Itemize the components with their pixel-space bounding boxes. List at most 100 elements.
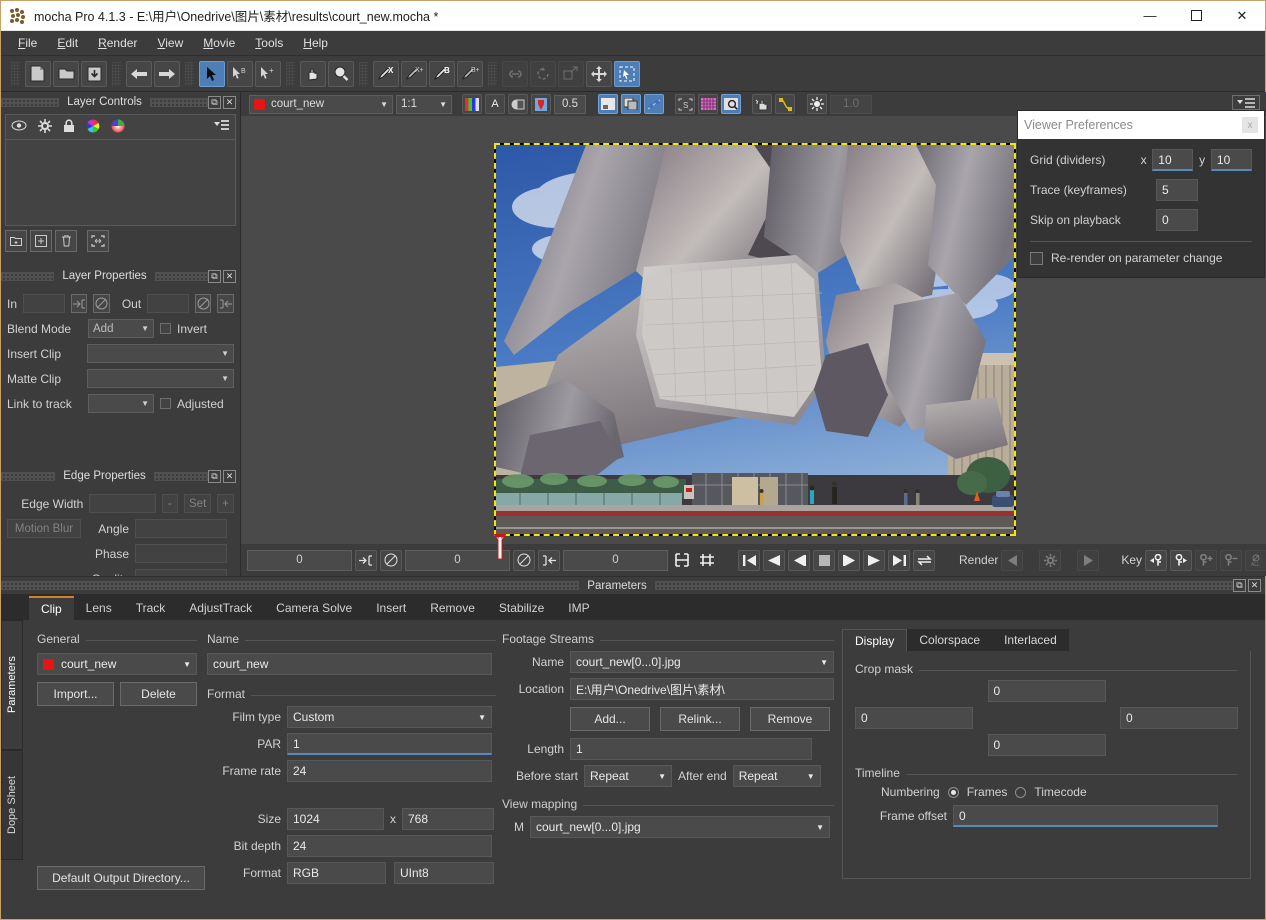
zoom-region-icon[interactable] xyxy=(721,94,741,114)
tab-adjusttrack[interactable]: AdjustTrack xyxy=(177,596,265,620)
pen-xplus-icon[interactable]: X+ xyxy=(401,60,427,87)
spline-icon[interactable] xyxy=(775,94,795,114)
minimize-button[interactable]: — xyxy=(1127,1,1173,31)
viewer-zoom-select[interactable]: 1:1 ▼ xyxy=(396,94,452,114)
surface-icon[interactable]: S xyxy=(675,94,695,114)
stream-location-input[interactable]: E:\用户\Onedrive\图片\素材\ xyxy=(570,678,834,700)
add-pointer-icon[interactable]: + xyxy=(255,60,281,87)
menu-item-render[interactable]: Render xyxy=(89,33,146,53)
close-icon[interactable]: x xyxy=(1242,117,1258,133)
pen-bplus-icon[interactable]: B+ xyxy=(457,60,483,87)
stop-icon[interactable] xyxy=(813,549,835,571)
render-settings-icon[interactable] xyxy=(1039,549,1062,571)
bit-depth-input[interactable]: 24 xyxy=(287,835,492,857)
grip-dots[interactable] xyxy=(654,581,1233,590)
render-previous-icon[interactable] xyxy=(1001,549,1024,571)
maximize-button[interactable] xyxy=(1173,1,1219,31)
tab-track[interactable]: Track xyxy=(123,596,178,620)
new-layer-icon[interactable] xyxy=(30,230,52,252)
eye-icon[interactable] xyxy=(11,120,27,134)
color-picker-icon[interactable] xyxy=(111,119,125,136)
viewer-gain-field[interactable]: 1.0 xyxy=(830,94,872,114)
crop-right-input[interactable]: 0 xyxy=(1120,707,1238,729)
go-to-start-icon[interactable] xyxy=(738,549,760,571)
transport-out-field[interactable]: 0 xyxy=(563,549,668,571)
name-input[interactable]: court_new xyxy=(207,653,492,675)
crop-left-input[interactable]: 0 xyxy=(855,707,973,729)
default-output-directory-button[interactable]: Default Output Directory... xyxy=(37,866,205,890)
motion-blur-button[interactable]: Motion Blur xyxy=(7,519,81,538)
tab-remove[interactable]: Remove xyxy=(418,596,487,620)
size-width-input[interactable]: 1024 xyxy=(287,808,384,830)
brightness-icon[interactable] xyxy=(807,94,827,114)
edge-width-plus-button[interactable]: + xyxy=(217,494,234,513)
link-to-track-select[interactable]: ▼ xyxy=(88,394,154,413)
pen-x-icon[interactable]: X xyxy=(373,60,399,87)
edge-width-field[interactable] xyxy=(89,494,156,513)
format-value-input[interactable]: RGB xyxy=(287,862,386,884)
set-in-icon[interactable] xyxy=(70,294,88,313)
crop-bottom-input[interactable]: 0 xyxy=(987,734,1106,756)
in-half-circle-icon[interactable] xyxy=(380,549,402,571)
tab-interlaced[interactable]: Interlaced xyxy=(992,629,1069,651)
crop-top-input[interactable]: 0 xyxy=(987,680,1106,702)
grip-dots[interactable] xyxy=(1,471,56,481)
in-field[interactable] xyxy=(23,294,65,313)
adjusted-checkbox[interactable] xyxy=(160,398,171,409)
out-field[interactable] xyxy=(147,294,189,313)
add-stream-button[interactable]: Add... xyxy=(570,707,650,731)
import-button[interactable]: Import... xyxy=(37,682,114,706)
marquee-select-icon[interactable] xyxy=(614,60,640,87)
menu-item-view[interactable]: View xyxy=(148,33,192,53)
float-icon[interactable]: ⧉ xyxy=(208,269,221,283)
tab-display[interactable]: Display xyxy=(842,629,908,651)
length-input[interactable]: 1 xyxy=(570,738,812,760)
play-forward-icon[interactable] xyxy=(863,549,885,571)
menu-item-movie[interactable]: Movie xyxy=(194,33,244,53)
menu-item-edit[interactable]: Edit xyxy=(48,33,87,53)
close-button[interactable]: ✕ xyxy=(1219,1,1265,31)
grip-dots[interactable] xyxy=(1,97,60,107)
film-type-select[interactable]: Custom ▼ xyxy=(287,706,492,728)
fit-icon[interactable] xyxy=(87,230,109,252)
invert-checkbox[interactable] xyxy=(160,323,171,334)
tab-colorspace[interactable]: Colorspace xyxy=(907,629,993,651)
trace-input[interactable]: 5 xyxy=(1156,179,1198,201)
angle-field[interactable] xyxy=(135,519,227,538)
frames-radio[interactable] xyxy=(947,786,959,798)
grip-dots[interactable] xyxy=(1,271,55,281)
zoom-to-range-icon[interactable] xyxy=(671,550,693,571)
rerender-checkbox[interactable] xyxy=(1030,251,1043,265)
viewer-layer-select[interactable]: court_new ▼ xyxy=(249,94,393,114)
grip-dots[interactable] xyxy=(154,271,208,281)
grid-y-input[interactable]: 10 xyxy=(1210,149,1253,171)
stream-name-select[interactable]: court_new[0...0].jpg ▼ xyxy=(570,651,834,673)
select-pointer-icon[interactable] xyxy=(199,60,225,87)
blend-mode-select[interactable]: Add ▼ xyxy=(88,319,154,338)
overlay-icon[interactable] xyxy=(508,94,528,114)
viewer-mode-icon[interactable] xyxy=(598,94,618,114)
grip-dots[interactable] xyxy=(1,581,580,590)
save-icon[interactable] xyxy=(81,60,107,87)
close-icon[interactable]: ✕ xyxy=(223,95,237,109)
tab-imp[interactable]: IMP xyxy=(556,596,602,620)
float-icon[interactable]: ⧉ xyxy=(208,469,221,483)
zoom-magnifier-icon[interactable] xyxy=(328,60,354,87)
insert-clip-select[interactable]: ▼ xyxy=(87,344,234,363)
grid-x-input[interactable]: 10 xyxy=(1152,149,1194,171)
transport-in-field[interactable]: 0 xyxy=(247,549,352,571)
play-backward-icon[interactable] xyxy=(763,549,785,571)
set-out-point-icon[interactable] xyxy=(538,549,560,571)
before-start-select[interactable]: Repeat ▼ xyxy=(584,765,672,787)
out-half-icon[interactable] xyxy=(194,294,212,313)
set-out-icon[interactable] xyxy=(217,294,235,313)
remove-stream-button[interactable]: Remove xyxy=(750,707,830,731)
track-points-icon[interactable] xyxy=(644,94,664,114)
float-icon[interactable]: ⧉ xyxy=(208,95,222,109)
timecode-radio[interactable] xyxy=(1015,786,1027,798)
stereo-icon[interactable] xyxy=(621,94,641,114)
close-icon[interactable]: ✕ xyxy=(1248,579,1261,592)
side-tab-dope-sheet[interactable]: Dope Sheet xyxy=(1,750,23,860)
prev-key-icon[interactable] xyxy=(1145,549,1168,571)
step-forward-icon[interactable] xyxy=(838,549,860,571)
